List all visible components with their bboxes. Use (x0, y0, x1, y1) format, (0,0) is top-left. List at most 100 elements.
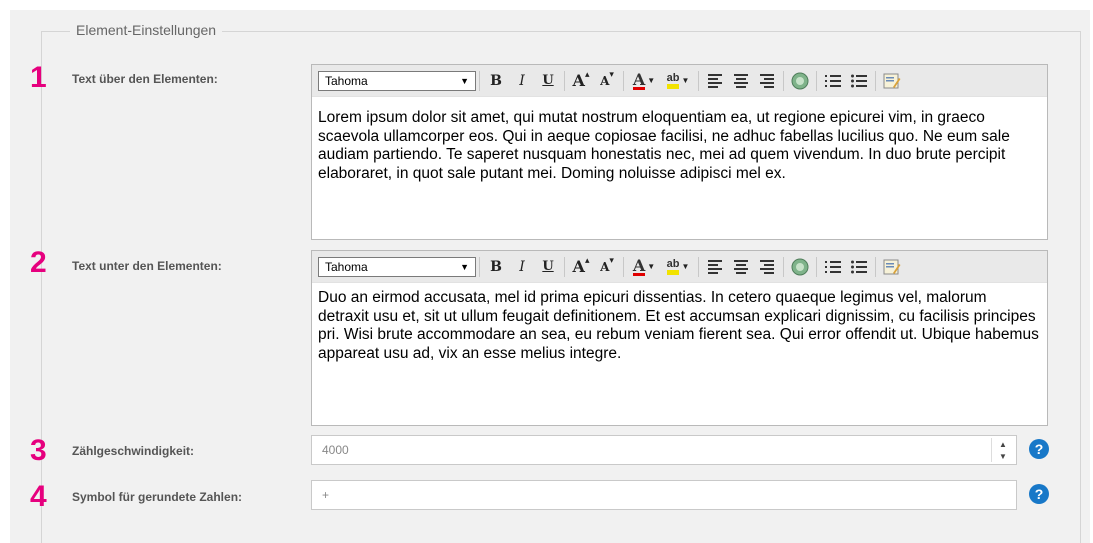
bullet-list-icon (851, 74, 867, 87)
arrow-down-icon: ▾ (609, 69, 614, 79)
toolbar-separator (783, 70, 784, 91)
globe-link-icon (791, 72, 809, 89)
fieldset-legend: Element-Einstellungen (70, 22, 223, 38)
arrow-up-icon: ▴ (584, 69, 590, 79)
caret-down-icon: ▼ (460, 261, 469, 272)
align-center-button[interactable] (728, 256, 754, 278)
field-number-3: 3 (30, 434, 47, 467)
stepper-up-icon[interactable]: ▲ (992, 438, 1014, 450)
align-left-icon (708, 259, 722, 274)
stepper-down-icon[interactable]: ▼ (992, 450, 1014, 462)
toolbar-separator (783, 256, 784, 277)
increase-font-size-button[interactable]: A ▴ (568, 69, 594, 92)
font-smaller-glyph: A (600, 259, 610, 274)
edit-html-icon (883, 259, 901, 274)
toolbar-separator (479, 70, 480, 91)
align-right-icon (760, 73, 774, 88)
text-color-button[interactable]: A ▼ (627, 70, 661, 92)
increase-font-size-button[interactable]: A ▴ (568, 255, 594, 278)
arrow-up-icon: ▴ (584, 255, 590, 265)
decrease-font-size-button[interactable]: A ▾ (594, 255, 620, 278)
editor-toolbar: Tahoma ▼ B I U A ▴ A ▾ A ▼ ab ▼ (312, 251, 1047, 283)
toolbar-separator (564, 256, 565, 277)
field-label-text-above: Text über den Elementen: (72, 72, 218, 86)
underline-button[interactable]: U (535, 256, 561, 278)
unordered-list-button[interactable] (846, 70, 872, 92)
rich-text-editor-below: Tahoma ▼ B I U A ▴ A ▾ A ▼ ab ▼ Duo an eir (311, 250, 1048, 426)
align-right-button[interactable] (754, 70, 780, 92)
ordered-list-icon (825, 74, 841, 87)
dropdown-arrow-icon: ▼ (681, 262, 690, 271)
edit-html-icon (883, 73, 901, 88)
unordered-list-button[interactable] (846, 256, 872, 278)
edit-source-button[interactable] (879, 256, 905, 278)
editor-content-below[interactable]: Duo an eirmod accusata, mel id prima epi… (312, 283, 1047, 373)
align-left-button[interactable] (702, 256, 728, 278)
editor-toolbar: Tahoma ▼ B I U A ▴ A ▾ A ▼ ab ▼ (312, 65, 1047, 97)
italic-button[interactable]: I (509, 70, 535, 92)
italic-button[interactable]: I (509, 256, 535, 278)
dropdown-arrow-icon: ▼ (681, 76, 690, 85)
toolbar-separator (698, 70, 699, 91)
toolbar-separator (816, 256, 817, 277)
field-label-rounded-symbol: Symbol für gerundete Zahlen: (72, 490, 243, 504)
dropdown-arrow-icon: ▼ (647, 262, 656, 271)
font-family-value: Tahoma (325, 73, 368, 88)
bold-button[interactable]: B (483, 256, 509, 278)
toolbar-separator (816, 70, 817, 91)
align-center-icon (734, 73, 748, 88)
ordered-list-button[interactable] (820, 256, 846, 278)
insert-link-button[interactable] (787, 70, 813, 92)
align-left-button[interactable] (702, 70, 728, 92)
ordered-list-button[interactable] (820, 70, 846, 92)
text-color-icon: A (632, 255, 646, 276)
edit-source-button[interactable] (879, 70, 905, 92)
field-number-1: 1 (30, 61, 47, 94)
toolbar-separator (623, 70, 624, 91)
field-number-4: 4 (30, 480, 47, 513)
caret-down-icon: ▼ (460, 75, 469, 86)
help-icon[interactable]: ? (1029, 439, 1049, 459)
highlight-icon: ab (666, 72, 680, 89)
toolbar-separator (875, 70, 876, 91)
toolbar-separator (875, 256, 876, 277)
font-larger-glyph: A (572, 257, 585, 276)
rounded-symbol-input[interactable]: + (311, 480, 1017, 510)
decrease-font-size-button[interactable]: A ▾ (594, 69, 620, 92)
field-label-text-below: Text unter den Elementen: (72, 259, 222, 273)
align-center-icon (734, 259, 748, 274)
rounded-symbol-value: + (322, 488, 330, 502)
align-left-icon (708, 73, 722, 88)
font-family-select[interactable]: Tahoma ▼ (318, 256, 476, 277)
underline-button[interactable]: U (535, 70, 561, 92)
toolbar-separator (623, 256, 624, 277)
field-number-2: 2 (30, 246, 47, 279)
help-icon[interactable]: ? (1029, 484, 1049, 504)
insert-link-button[interactable] (787, 256, 813, 278)
toolbar-separator (564, 70, 565, 91)
field-label-counting-speed: Zählgeschwindigkeit: (72, 444, 195, 458)
counting-speed-input[interactable]: 4000 ▲ ▼ (311, 435, 1017, 465)
number-stepper[interactable]: ▲ ▼ (991, 438, 1014, 462)
text-color-button[interactable]: A ▼ (627, 256, 661, 278)
counting-speed-value: 4000 (322, 443, 349, 457)
toolbar-separator (698, 256, 699, 277)
editor-content-above[interactable]: Lorem ipsum dolor sit amet, qui mutat no… (312, 97, 1047, 193)
highlight-color-button[interactable]: ab ▼ (661, 256, 695, 278)
font-family-value: Tahoma (325, 259, 368, 274)
ordered-list-icon (825, 260, 841, 273)
highlight-color-button[interactable]: ab ▼ (661, 70, 695, 92)
toolbar-separator (479, 256, 480, 277)
font-family-select[interactable]: Tahoma ▼ (318, 70, 476, 91)
bold-button[interactable]: B (483, 70, 509, 92)
globe-link-icon (791, 258, 809, 275)
font-larger-glyph: A (572, 71, 585, 90)
bullet-list-icon (851, 260, 867, 273)
highlight-icon: ab (666, 258, 680, 275)
align-center-button[interactable] (728, 70, 754, 92)
dropdown-arrow-icon: ▼ (647, 76, 656, 85)
rich-text-editor-above: Tahoma ▼ B I U A ▴ A ▾ A ▼ ab ▼ Lorem ipsu (311, 64, 1048, 240)
font-smaller-glyph: A (600, 73, 610, 88)
align-right-button[interactable] (754, 256, 780, 278)
arrow-down-icon: ▾ (609, 255, 614, 265)
